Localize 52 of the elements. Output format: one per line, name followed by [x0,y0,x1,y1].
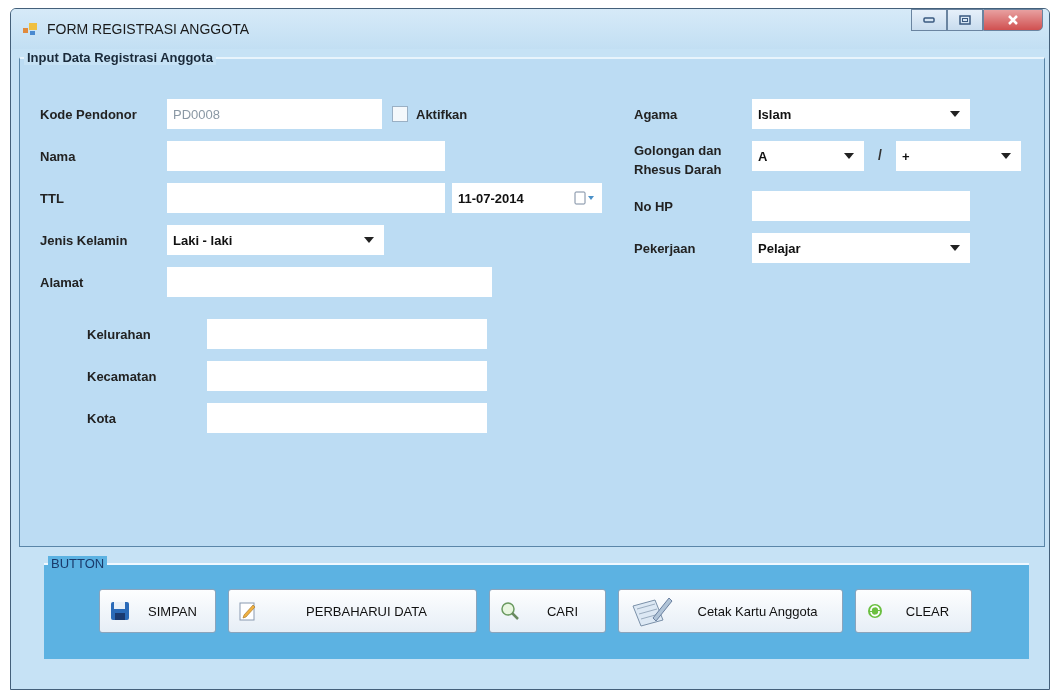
field-label: Kelurahan [87,326,152,342]
action-button[interactable]: SIMPAN [99,589,216,633]
address-field[interactable] [207,403,487,433]
dropdown-arrow-icon [844,153,854,159]
field-label: Agama [634,106,679,122]
group-title: BUTTON [48,556,108,571]
pencil-note-icon [239,601,257,621]
action-button[interactable]: Cetak Kartu Anggota [618,589,843,633]
maximize-icon [959,15,971,25]
address-field[interactable] [207,361,487,391]
action-button[interactable]: PERBAHARUI DATA [228,589,477,633]
field-label: Kode Pendonor [40,106,138,122]
blood-type-dropdown[interactable]: A [752,141,864,171]
action-button[interactable]: CLEAR [855,589,972,633]
field-label: Alamat [40,274,85,290]
calendar-dropdown-icon [574,191,596,205]
date-picker[interactable]: 11-07-2014 [452,183,602,213]
address-field[interactable] [207,319,487,349]
maximize-button[interactable] [947,9,983,31]
action-button[interactable]: CARI [489,589,606,633]
ttl-field[interactable] [167,183,445,213]
field-label: Golongan dan Rhesus Darah [634,142,723,179]
separator-text: / [878,147,882,163]
field-label: No HP [634,198,674,214]
dropdown-arrow-icon [1000,153,1011,159]
checkbox-label: Aktifkan [416,106,468,122]
group-title: Input Data Registrasi Anggota [24,50,216,65]
search-icon [500,601,520,621]
field-label: Kota [87,410,117,426]
close-button[interactable] [983,9,1043,31]
jenis-kelamin-dropdown[interactable]: Laki - laki [167,225,384,255]
no-hp-field[interactable] [752,191,970,221]
agama-dropdown[interactable]: Islam [752,99,970,129]
field-label: Nama [40,148,77,164]
field-label: Kecamatan [87,368,158,384]
field-label: Jenis Kelamin [40,232,129,248]
checkbox[interactable] [392,106,408,122]
field-label: TTL [40,190,65,206]
refresh-icon [866,602,884,620]
minimize-icon [923,17,935,23]
minimize-button[interactable] [911,9,947,31]
field-label: Pekerjaan [634,240,697,256]
dropdown-arrow-icon [364,237,374,243]
pekerjaan-dropdown[interactable]: Pelajar [752,233,970,263]
rhesus-dropdown[interactable]: + [895,141,1021,171]
app-icon [23,23,37,35]
window-title: FORM REGISTRASI ANGGOTA [47,21,249,37]
close-icon [1007,15,1019,25]
alamat-field[interactable] [167,267,492,297]
nama-field[interactable] [167,141,445,171]
dropdown-arrow-icon [950,245,960,251]
dropdown-arrow-icon [950,111,960,117]
